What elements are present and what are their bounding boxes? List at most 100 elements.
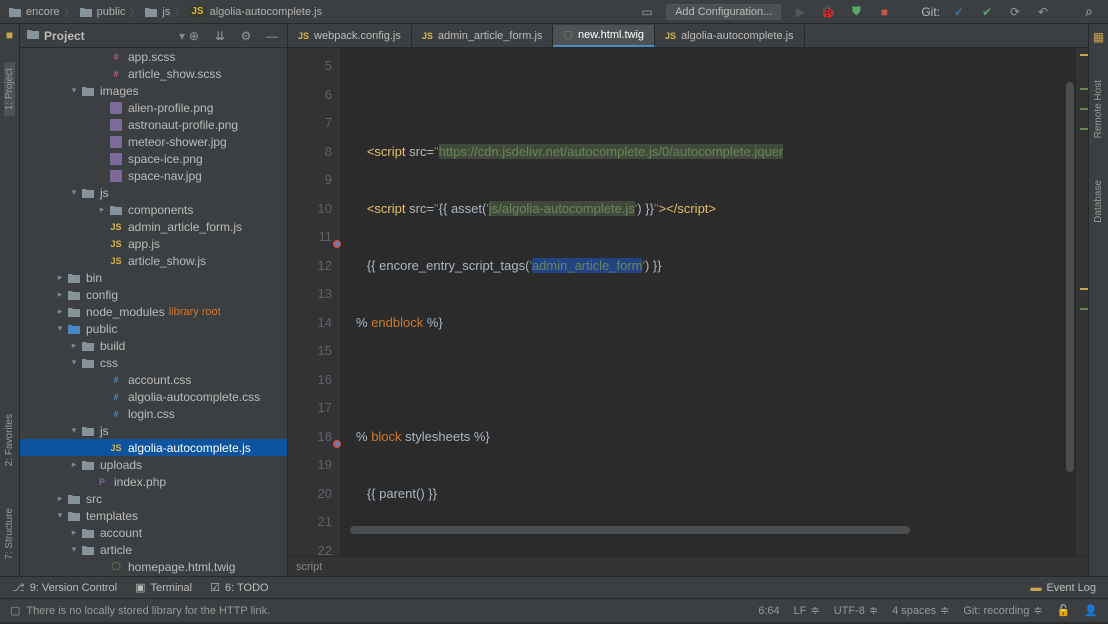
tool-todo[interactable]: ☑6: TODO	[210, 581, 268, 594]
code-area[interactable]: <script src="https://cdn.jsdelivr.net/au…	[340, 48, 1076, 556]
line-ending[interactable]: LF ≑	[794, 604, 820, 617]
stop-icon[interactable]: ■	[875, 3, 893, 21]
run-icon[interactable]: ▶	[791, 3, 809, 21]
tree-item[interactable]: ▾article	[20, 541, 287, 558]
tree-item[interactable]: #algolia-autocomplete.css	[20, 388, 287, 405]
line-number[interactable]: 8	[288, 138, 332, 167]
breadcrumb-item[interactable]: js	[162, 6, 170, 18]
debug-icon[interactable]: 🐞	[819, 3, 837, 21]
tree-item[interactable]: #login.css	[20, 405, 287, 422]
breadcrumb-item[interactable]: algolia-autocomplete.js	[210, 6, 323, 18]
tree-item[interactable]: space-ice.png	[20, 150, 287, 167]
locate-icon[interactable]: ⊕	[185, 27, 203, 45]
git-update-icon[interactable]: ✓	[950, 3, 968, 21]
editor-tab[interactable]: JSadmin_article_form.js	[412, 25, 554, 47]
project-tree[interactable]: #app.scss#article_show.scss▾imagesalien-…	[20, 48, 287, 576]
expand-arrow-icon[interactable]: ▸	[54, 272, 66, 283]
tree-item[interactable]: ▸node_moduleslibrary root	[20, 303, 287, 320]
breadcrumbs[interactable]: encore 〉 public 〉 js 〉 JS algolia-autoco…	[0, 4, 322, 20]
expand-arrow-icon[interactable]: ▾	[54, 510, 66, 521]
emulator-icon[interactable]: ▭	[638, 3, 656, 21]
tree-item[interactable]: JSalgolia-autocomplete.js	[20, 439, 287, 456]
collapse-icon[interactable]: ⇊	[211, 27, 229, 45]
line-number[interactable]: 11	[288, 223, 332, 252]
db-icon[interactable]: ▦	[1093, 30, 1104, 44]
line-number[interactable]: 19	[288, 451, 332, 480]
tree-item[interactable]: ▾css	[20, 354, 287, 371]
editor-breadcrumb[interactable]: script	[288, 556, 1088, 576]
lock-icon[interactable]: 🔓	[1057, 604, 1071, 617]
rail-tab-database[interactable]: Database	[1093, 174, 1104, 229]
tree-item[interactable]: #account.css	[20, 371, 287, 388]
expand-arrow-icon[interactable]: ▾	[68, 425, 80, 436]
expand-arrow-icon[interactable]: ▾	[68, 85, 80, 96]
encoding[interactable]: UTF-8 ≑	[834, 604, 878, 617]
line-number[interactable]: 7	[288, 109, 332, 138]
tree-item[interactable]: Pindex.php	[20, 473, 287, 490]
tree-item[interactable]: ⎔show.html.twig	[20, 575, 287, 576]
git-commit-icon[interactable]: ✔	[978, 3, 996, 21]
gear-icon[interactable]: ⚙	[237, 27, 255, 45]
tree-item[interactable]: JSadmin_article_form.js	[20, 218, 287, 235]
hector-icon[interactable]: 👤	[1084, 604, 1098, 617]
tree-item[interactable]: ▸src	[20, 490, 287, 507]
tree-item[interactable]: ▸bin	[20, 269, 287, 286]
hide-icon[interactable]: —	[263, 27, 281, 45]
expand-arrow-icon[interactable]: ▸	[54, 493, 66, 504]
line-number[interactable]: 22	[288, 537, 332, 557]
tree-item[interactable]: ▾js	[20, 422, 287, 439]
expand-arrow-icon[interactable]: ▸	[68, 459, 80, 470]
expand-arrow-icon[interactable]: ▾	[54, 323, 66, 334]
tree-item[interactable]: astronaut-profile.png	[20, 116, 287, 133]
gutter[interactable]: 5678910111213141516171819202122	[288, 48, 340, 556]
tree-item[interactable]: #app.scss	[20, 48, 287, 65]
line-number[interactable]: 12	[288, 252, 332, 281]
search-icon[interactable]: ⌕	[1080, 3, 1098, 21]
expand-arrow-icon[interactable]: ▸	[54, 306, 66, 317]
line-number[interactable]: 5	[288, 52, 332, 81]
tree-item[interactable]: ▾templates	[20, 507, 287, 524]
tree-item[interactable]: ▾js	[20, 184, 287, 201]
expand-arrow-icon[interactable]: ▸	[96, 204, 108, 215]
expand-arrow-icon[interactable]: ▾	[68, 187, 80, 198]
coverage-icon[interactable]: ⛊	[847, 3, 865, 21]
tree-item[interactable]: ▸uploads	[20, 456, 287, 473]
vertical-scrollbar[interactable]	[1066, 72, 1076, 536]
error-stripe[interactable]	[1076, 48, 1088, 556]
line-number[interactable]: 10	[288, 195, 332, 224]
expand-arrow-icon[interactable]: ▸	[68, 527, 80, 538]
line-number[interactable]: 20	[288, 480, 332, 509]
expand-arrow-icon[interactable]: ▸	[68, 340, 80, 351]
editor-tab[interactable]: JSalgolia-autocomplete.js	[655, 25, 805, 47]
tool-eventlog[interactable]: ▬Event Log	[1030, 582, 1096, 594]
project-view-bookmark-icon[interactable]: ■	[6, 28, 13, 42]
line-number[interactable]: 13	[288, 280, 332, 309]
add-configuration-button[interactable]: Add Configuration...	[666, 4, 781, 20]
line-number[interactable]: 16	[288, 366, 332, 395]
line-number[interactable]: 9	[288, 166, 332, 195]
tree-item[interactable]: ▾public	[20, 320, 287, 337]
indent[interactable]: 4 spaces ≑	[892, 604, 949, 617]
line-number[interactable]: 6	[288, 81, 332, 110]
tree-item[interactable]: ▸components	[20, 201, 287, 218]
line-number[interactable]: 18	[288, 423, 332, 452]
git-revert-icon[interactable]: ↶	[1034, 3, 1052, 21]
breadcrumb-item[interactable]: public	[97, 6, 126, 18]
line-number[interactable]: 17	[288, 394, 332, 423]
tree-item[interactable]: JSarticle_show.js	[20, 252, 287, 269]
rail-tab-favorites[interactable]: 2: Favorites	[4, 408, 15, 472]
tree-item[interactable]: space-nav.jpg	[20, 167, 287, 184]
line-number[interactable]: 15	[288, 337, 332, 366]
rail-tab-project[interactable]: 1: Project	[4, 62, 15, 116]
tree-item[interactable]: JSapp.js	[20, 235, 287, 252]
line-number[interactable]: 21	[288, 508, 332, 537]
rail-tab-structure[interactable]: 7: Structure	[4, 502, 15, 566]
rail-tab-remote[interactable]: Remote Host	[1093, 74, 1104, 144]
horizontal-scrollbar[interactable]	[340, 526, 1088, 536]
tool-terminal[interactable]: ▣Terminal	[135, 581, 192, 594]
editor-tab[interactable]: ⎔new.html.twig	[553, 25, 655, 47]
line-number[interactable]: 14	[288, 309, 332, 338]
tree-item[interactable]: #article_show.scss	[20, 65, 287, 82]
cursor-position[interactable]: 6:64	[758, 605, 779, 617]
editor-tab[interactable]: JSwebpack.config.js	[288, 25, 412, 47]
